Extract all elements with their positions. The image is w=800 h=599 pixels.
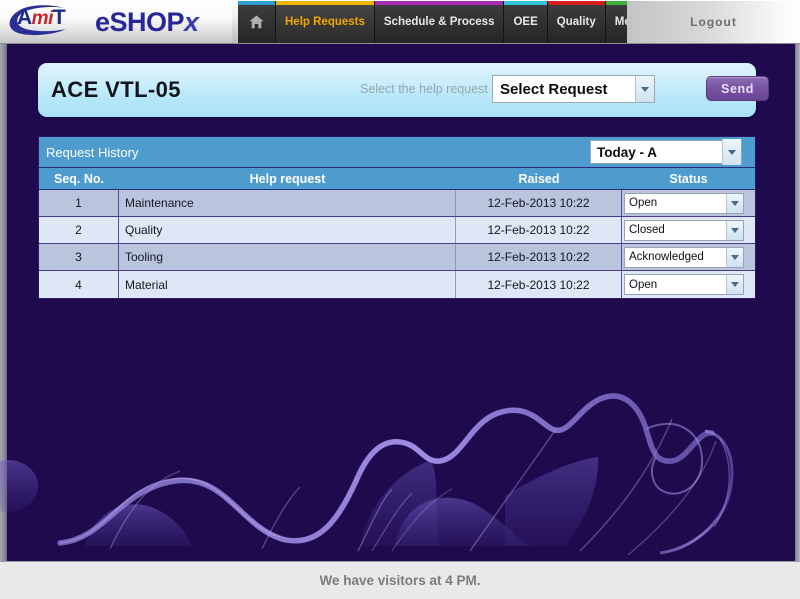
nav-tab-label: OEE — [513, 16, 538, 28]
request-history-header: Request History Today - A — [39, 137, 755, 168]
table-row[interactable]: 4 Material 12-Feb-2013 10:22 Open — [39, 271, 755, 298]
nav-tab-label: Help Requests — [285, 16, 365, 28]
main-content-area: ACE VTL-05 Select the help request Selec… — [0, 44, 800, 561]
logo-wordmark: AmiT — [17, 6, 66, 29]
request-history-title: Request History — [46, 145, 139, 160]
stage-left-border — [0, 44, 7, 561]
logo-letter-t: T — [52, 6, 66, 29]
tab-accent-bar — [547, 1, 605, 5]
status-select-value: Acknowledged — [629, 251, 704, 263]
status-select[interactable]: Open — [624, 274, 744, 295]
chevron-down-icon — [722, 139, 741, 165]
cell-seq: 3 — [39, 244, 119, 270]
status-select-value: Closed — [629, 224, 665, 236]
status-bar-message: We have visitors at 4 PM. — [319, 573, 481, 588]
chevron-down-icon — [726, 193, 743, 213]
status-select[interactable]: Open — [624, 192, 744, 214]
chevron-down-icon — [726, 247, 743, 267]
nav-tab-schedule-process[interactable]: Schedule & Process — [374, 1, 505, 43]
amit-logo[interactable]: AmiT — [6, 4, 84, 38]
column-header-status: Status — [669, 171, 708, 186]
brand-suffix: x — [184, 7, 199, 37]
app-header: AmiT eSHOPx Help Requests Schedule & Pro… — [0, 0, 800, 44]
table-header-row: Seq. No. Help request Raised Status — [39, 168, 755, 190]
cell-status: Open — [622, 190, 755, 216]
cell-raised: 12-Feb-2013 10:22 — [456, 217, 622, 243]
brand-title: eSHOPx — [95, 7, 199, 37]
table-row[interactable]: 1 Maintenance 12-Feb-2013 10:22 Open — [39, 190, 755, 217]
status-bar: We have visitors at 4 PM. — [0, 561, 800, 599]
cell-request: Maintenance — [119, 190, 456, 216]
cell-request: Quality — [119, 217, 456, 243]
help-request-select-value: Select Request — [500, 80, 608, 98]
cell-raised: 12-Feb-2013 10:22 — [456, 244, 622, 270]
nav-tab-oee[interactable]: OEE — [504, 1, 548, 43]
chevron-down-icon — [635, 76, 654, 102]
decorative-swirl-graphic — [0, 393, 734, 556]
cell-seq: 4 — [39, 271, 119, 298]
page-title: ACE VTL-05 — [51, 77, 181, 102]
table-row[interactable]: 2 Quality 12-Feb-2013 10:22 Closed — [39, 217, 755, 244]
machine-title-panel: ACE VTL-05 Select the help request Selec… — [38, 63, 769, 117]
chevron-down-icon — [726, 220, 743, 240]
shift-filter-select[interactable]: Today - A — [590, 139, 742, 165]
status-select-value: Open — [629, 278, 658, 291]
status-select[interactable]: Closed — [624, 219, 744, 241]
tab-accent-bar — [238, 1, 275, 5]
column-header-seq: Seq. No. — [53, 171, 104, 186]
application-window: AmiT eSHOPx Help Requests Schedule & Pro… — [0, 0, 800, 599]
cell-seq: 1 — [39, 190, 119, 216]
status-select-value: Open — [629, 197, 658, 209]
nav-tab-label: Quality — [556, 16, 596, 28]
nav-tab-home[interactable] — [238, 1, 276, 43]
logo-letters-mi: mi — [31, 8, 54, 29]
nav-tab-label: Schedule & Process — [383, 16, 495, 28]
tab-accent-bar — [374, 1, 504, 5]
logout-button[interactable]: Logout — [627, 1, 800, 43]
cell-request: Material — [119, 271, 456, 298]
cell-seq: 2 — [39, 217, 119, 243]
tab-accent-bar — [504, 1, 547, 5]
stage-right-border — [795, 44, 800, 561]
column-header-request: Help request — [249, 171, 326, 186]
brand-name: eSHOP — [95, 7, 185, 37]
cell-raised: 12-Feb-2013 10:22 — [456, 271, 622, 298]
cell-status: Open — [622, 271, 755, 298]
shift-filter-value: Today - A — [597, 144, 657, 160]
nav-tab-help-requests[interactable]: Help Requests — [276, 1, 375, 43]
status-select[interactable]: Acknowledged — [624, 246, 744, 268]
logo-letter-a: A — [17, 6, 32, 29]
cell-raised: 12-Feb-2013 10:22 — [456, 190, 622, 216]
tab-accent-bar — [276, 1, 374, 5]
request-history-table: Request History Today - A Seq. No. Help … — [38, 136, 756, 299]
nav-tab-quality[interactable]: Quality — [547, 1, 606, 43]
send-button-label: Send — [721, 81, 754, 96]
cell-status: Closed — [622, 217, 755, 243]
logout-label: Logout — [690, 15, 737, 29]
send-button[interactable]: Send — [706, 76, 769, 101]
help-request-select[interactable]: Select Request — [492, 75, 655, 103]
home-icon — [249, 15, 264, 29]
column-header-raised: Raised — [518, 171, 560, 186]
request-select-label: Select the help request — [360, 82, 488, 96]
cell-status: Acknowledged — [622, 244, 755, 270]
main-navigation: Help Requests Schedule & Process OEE Qua… — [238, 1, 679, 43]
table-row[interactable]: 3 Tooling 12-Feb-2013 10:22 Acknowledged — [39, 244, 755, 271]
cell-request: Tooling — [119, 244, 456, 270]
chevron-down-icon — [726, 275, 743, 294]
